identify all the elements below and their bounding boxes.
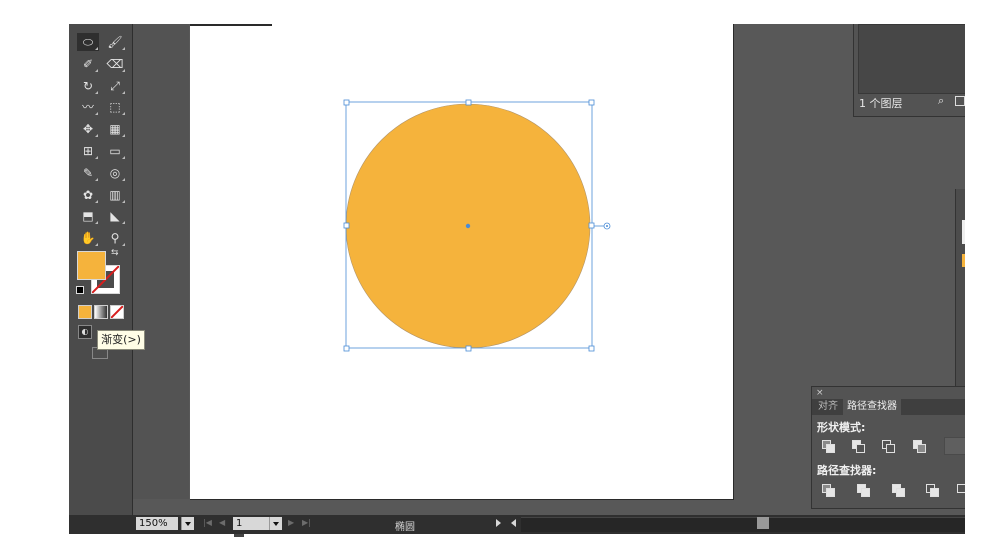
scale-tool[interactable]: ⤢ bbox=[104, 77, 126, 95]
none-mode-button[interactable] bbox=[110, 305, 124, 319]
side-panel-swatch-white bbox=[962, 220, 965, 244]
layers-panel: 1 个图层 ⌕ bbox=[853, 24, 965, 117]
tooltip-gradient: 渐变(>) bbox=[97, 330, 145, 350]
artboard-tool[interactable]: ⬒ bbox=[77, 207, 99, 225]
center-point bbox=[465, 223, 471, 229]
pathfinder-panel: × 对齐 路径查找器 形状模式: 路径查找器: bbox=[811, 386, 965, 509]
artboard[interactable] bbox=[190, 24, 734, 500]
scrollbar-thumb[interactable] bbox=[757, 517, 769, 529]
scroll-left-icon[interactable] bbox=[511, 519, 516, 527]
divide-button[interactable] bbox=[821, 484, 835, 497]
previous-artboard-icon[interactable]: ◀ bbox=[219, 518, 225, 527]
outline-button[interactable] bbox=[956, 484, 965, 496]
last-artboard-icon[interactable]: ▶| bbox=[302, 518, 311, 527]
zoom-tool[interactable]: ⚲ bbox=[104, 229, 126, 247]
fill-color-swatch[interactable] bbox=[77, 251, 106, 280]
handle-bottom-left[interactable] bbox=[343, 345, 350, 352]
current-tool-status: 椭圆 bbox=[395, 522, 415, 533]
column-graph-tool[interactable]: ▥ bbox=[104, 186, 126, 204]
side-panel-swatch-yellow bbox=[962, 254, 965, 267]
handle-top-left[interactable] bbox=[343, 99, 350, 106]
artboard-dropdown-arrow[interactable] bbox=[269, 517, 282, 530]
swap-fill-stroke-icon[interactable]: ⇆ bbox=[111, 248, 119, 258]
mesh-tool[interactable]: ⊞ bbox=[77, 142, 99, 160]
pie-widget-dot bbox=[606, 225, 608, 227]
rotate-tool[interactable]: ↻ bbox=[77, 77, 99, 95]
layers-count-label: 1 个图层 bbox=[859, 97, 903, 110]
blob-brush-tool[interactable]: ✐ bbox=[77, 55, 99, 73]
free-transform-tool[interactable]: ⬚ bbox=[104, 98, 126, 116]
zoom-dropdown-arrow[interactable] bbox=[181, 517, 194, 530]
merge-button[interactable] bbox=[891, 484, 905, 497]
paintbrush-tool[interactable]: 🖌 bbox=[104, 33, 126, 51]
perspective-grid-tool[interactable]: ▦ bbox=[104, 120, 126, 138]
handle-top-middle[interactable] bbox=[465, 99, 472, 106]
illustrator-workspace: ⬭ 🖌 ✐ ⌫ ↻ ⤢ 〰 ⬚ ✥ ▦ ⊞ ▭ ✎ ◎ ✿ ▥ ⬒ ◣ ✋ ⚲ ⇆ ◐ bbox=[69, 24, 965, 534]
slice-tool[interactable]: ◣ bbox=[104, 207, 126, 225]
artboard-top-edge bbox=[190, 24, 272, 26]
scroll-indicator bbox=[234, 534, 244, 537]
make-clipping-mask-icon[interactable] bbox=[955, 96, 965, 106]
canvas-gutter bbox=[133, 24, 189, 499]
symbol-sprayer-tool[interactable]: ✿ bbox=[77, 186, 99, 204]
eraser-tool[interactable]: ⌫ bbox=[104, 55, 126, 73]
default-colors-icon[interactable] bbox=[76, 286, 84, 294]
expand-button[interactable] bbox=[944, 437, 965, 455]
tools-panel: ⬭ 🖌 ✐ ⌫ ↻ ⤢ 〰 ⬚ ✥ ▦ ⊞ ▭ ✎ ◎ ✿ ▥ ⬒ ◣ ✋ ⚲ ⇆ ◐ bbox=[69, 24, 133, 534]
layers-list[interactable] bbox=[858, 24, 965, 94]
status-bar: 150% |◀ ◀ 1 ▶ ▶| 椭圆 bbox=[69, 515, 965, 534]
horizontal-scrollbar[interactable] bbox=[521, 517, 965, 532]
pathfinders-label: 路径查找器: bbox=[817, 464, 877, 477]
eyedropper-tool[interactable]: ✎ bbox=[77, 164, 99, 182]
tab-align[interactable]: 对齐 bbox=[814, 399, 842, 415]
blend-tool[interactable]: ◎ bbox=[104, 164, 126, 182]
close-icon[interactable]: × bbox=[816, 388, 824, 398]
search-icon[interactable]: ⌕ bbox=[938, 94, 944, 108]
artboard-number-field[interactable]: 1 bbox=[233, 517, 269, 530]
trim-button[interactable] bbox=[856, 484, 870, 497]
artboard-canvas bbox=[343, 99, 611, 352]
panel-tab-bar: 对齐 路径查找器 bbox=[812, 399, 965, 415]
drawing-mode-icon[interactable]: ◐ bbox=[78, 325, 92, 339]
next-artboard-icon[interactable]: ▶ bbox=[288, 518, 294, 527]
gradient-tool[interactable]: ▭ bbox=[104, 142, 126, 160]
handle-bottom-right[interactable] bbox=[588, 345, 595, 352]
zoom-level-field[interactable]: 150% bbox=[136, 517, 178, 530]
first-artboard-icon[interactable]: |◀ bbox=[203, 518, 212, 527]
exclude-button[interactable] bbox=[912, 440, 926, 453]
ellipse-tool[interactable]: ⬭ bbox=[77, 33, 99, 51]
tab-pathfinder[interactable]: 路径查找器 bbox=[843, 399, 901, 415]
unite-button[interactable] bbox=[821, 440, 835, 453]
warp-tool[interactable]: 〰 bbox=[77, 98, 99, 116]
minus-front-button[interactable] bbox=[851, 440, 865, 453]
crop-button[interactable] bbox=[925, 484, 939, 497]
handle-middle-left[interactable] bbox=[343, 222, 350, 229]
gradient-mode-button[interactable] bbox=[94, 305, 108, 319]
handle-middle-right[interactable] bbox=[588, 222, 595, 229]
color-mode-button[interactable] bbox=[78, 305, 92, 319]
shape-builder-tool[interactable]: ✥ bbox=[77, 120, 99, 138]
shape-modes-label: 形状模式: bbox=[817, 421, 866, 434]
intersect-button[interactable] bbox=[881, 440, 895, 453]
status-menu-arrow-icon[interactable] bbox=[496, 519, 501, 527]
handle-bottom-middle[interactable] bbox=[465, 345, 472, 352]
handle-top-right[interactable] bbox=[588, 99, 595, 106]
hand-tool[interactable]: ✋ bbox=[77, 229, 99, 247]
